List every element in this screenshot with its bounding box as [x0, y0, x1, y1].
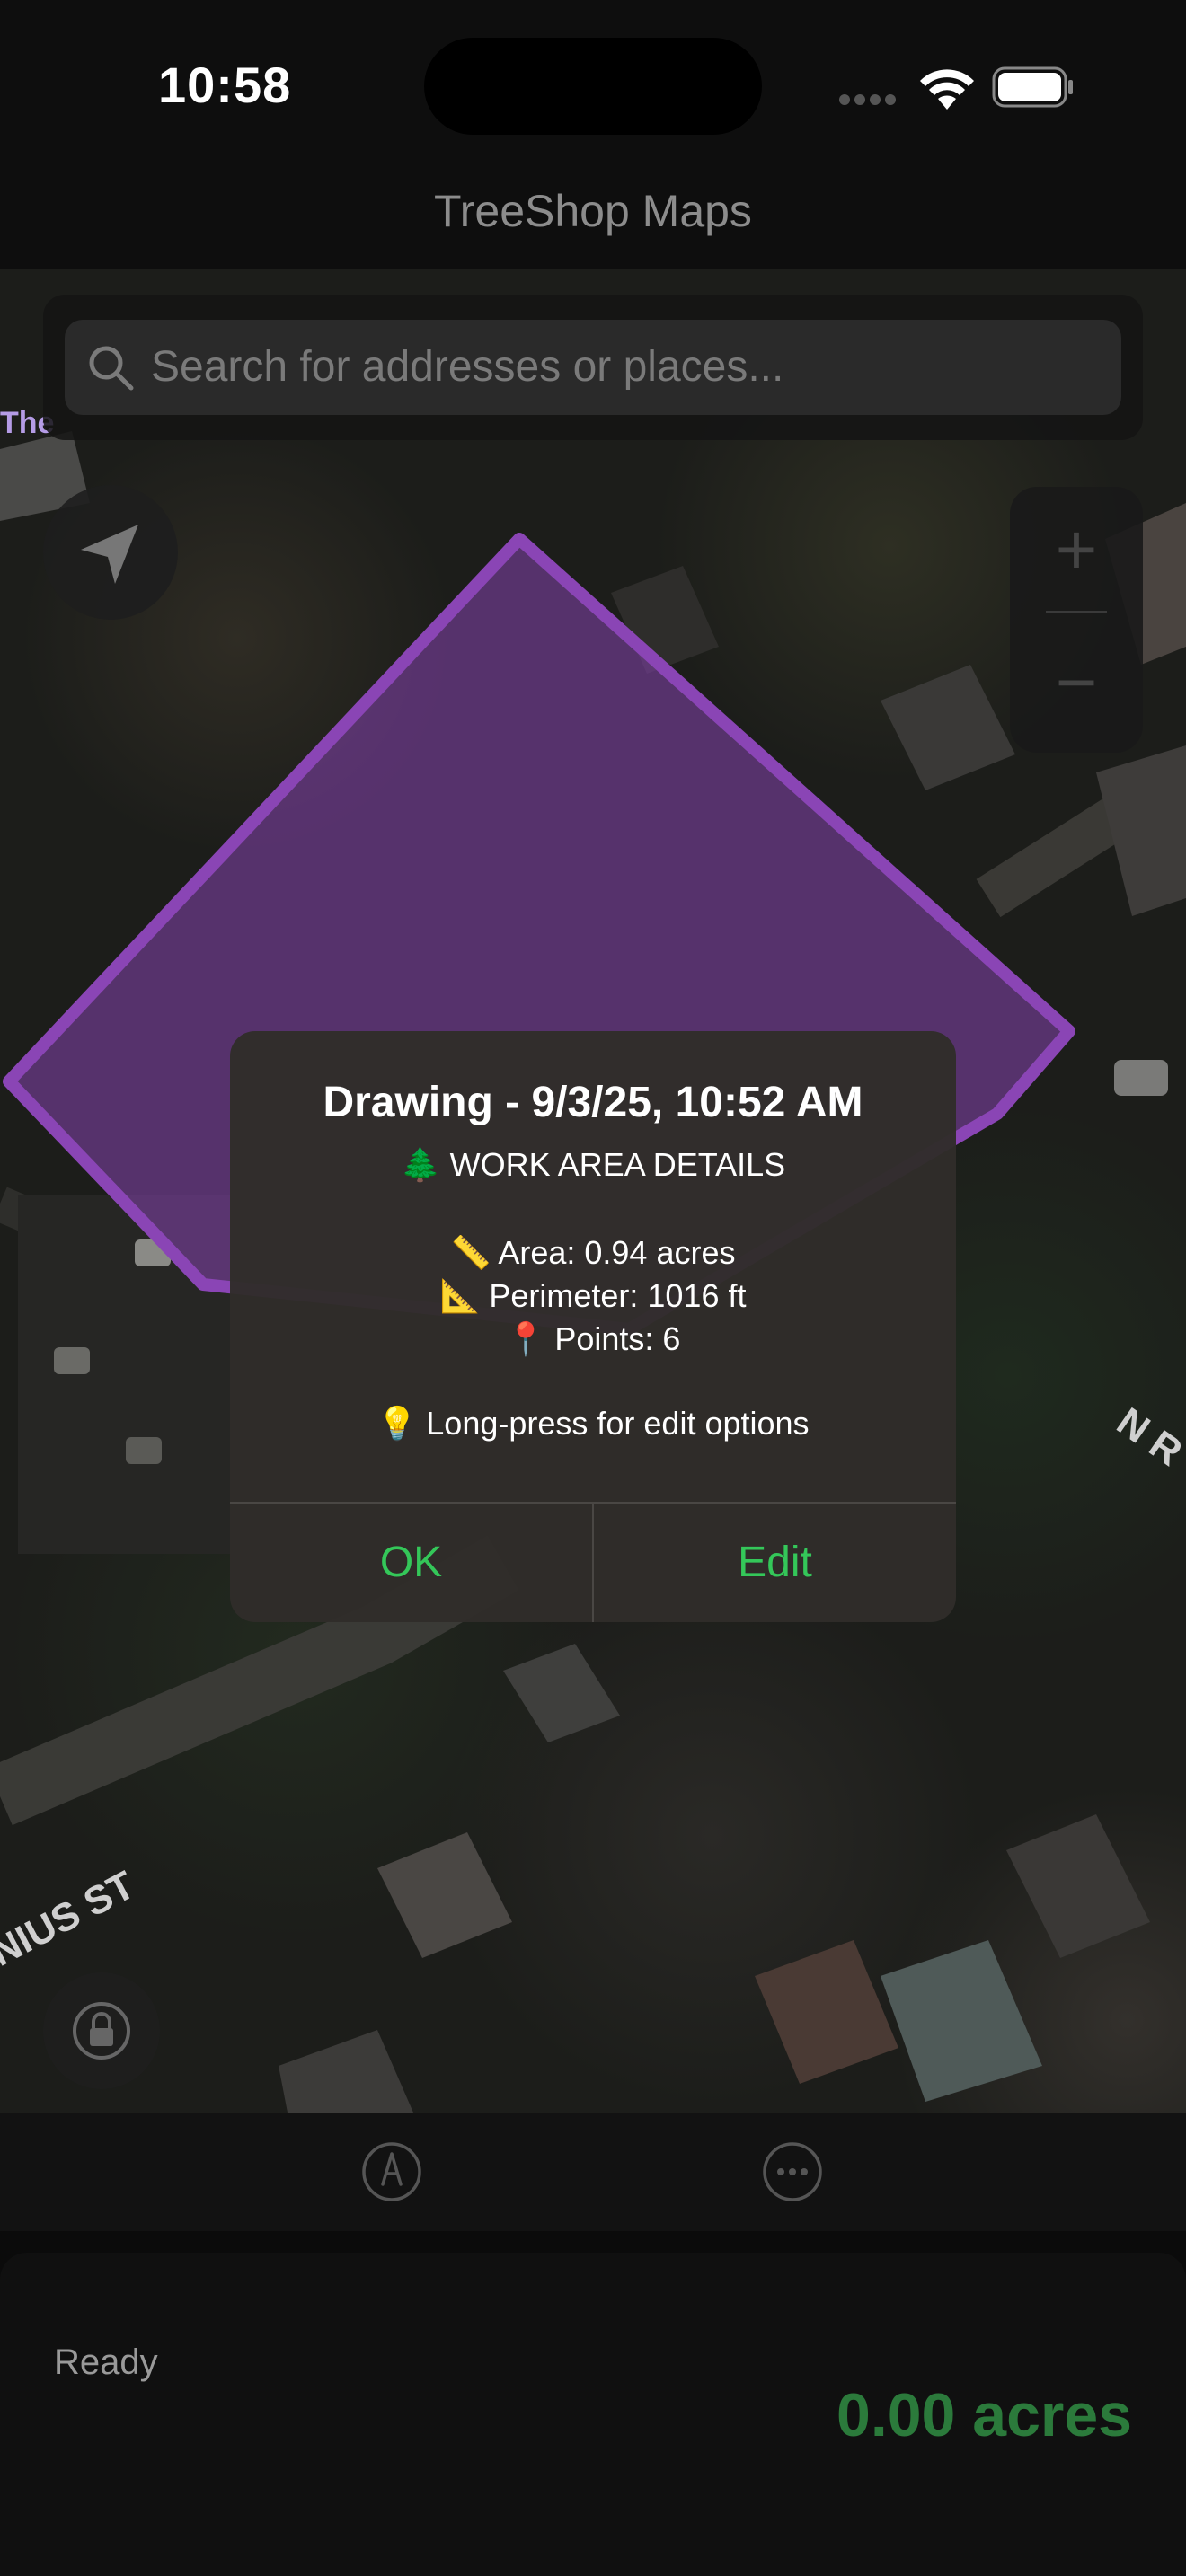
zoom-in-button[interactable]: +: [1010, 487, 1143, 613]
battery-icon: [992, 66, 1073, 108]
zoom-controls: + −: [1010, 487, 1143, 753]
lock-icon: [73, 2002, 130, 2060]
street-label-left: NIUS ST: [0, 1863, 142, 1975]
search-input[interactable]: Search for addresses or places...: [65, 320, 1121, 415]
alert-points: 📍 Points: 6: [505, 1320, 681, 1357]
cellular-signal-icon: [839, 93, 902, 106]
ok-button[interactable]: OK: [230, 1504, 592, 1622]
street-label-right: N R: [1109, 1399, 1186, 1475]
current-location-button[interactable]: [43, 485, 178, 620]
dynamic-island: [424, 38, 762, 135]
lock-button[interactable]: [43, 1972, 160, 2089]
alert-perimeter: 📐 Perimeter: 1016 ft: [439, 1277, 747, 1314]
nav-title: TreeShop Maps: [0, 171, 1186, 269]
bottom-panel: Ready 0.00 acres: [0, 2253, 1186, 2576]
status-time: 10:58: [158, 57, 292, 113]
zoom-out-button[interactable]: −: [1010, 620, 1143, 745]
location-arrow-icon: [81, 525, 138, 584]
bottom-toolbar: [0, 2113, 1186, 2231]
status-text: Ready: [54, 2342, 158, 2382]
status-bar: 10:58: [0, 0, 1186, 171]
alert-title: Drawing - 9/3/25, 10:52 AM: [323, 1079, 863, 1126]
search-placeholder: Search for addresses or places...: [151, 343, 784, 391]
search-icon: [89, 346, 134, 391]
alert-area: 📏 Area: 0.94 acres: [450, 1234, 736, 1271]
alert-tip: 💡 Long-press for edit options: [376, 1405, 810, 1442]
acres-total: 0.00 acres: [836, 2381, 1132, 2449]
alert-subtitle: 🌲 WORK AREA DETAILS: [400, 1146, 786, 1183]
zoom-divider: [1046, 611, 1107, 613]
draw-tool-icon[interactable]: [359, 2139, 424, 2204]
work-area-alert: Drawing - 9/3/25, 10:52 AM 🌲 WORK AREA D…: [230, 1031, 956, 1622]
more-options-icon[interactable]: [760, 2139, 825, 2204]
wifi-icon: [920, 69, 974, 110]
edit-button[interactable]: Edit: [594, 1504, 956, 1622]
